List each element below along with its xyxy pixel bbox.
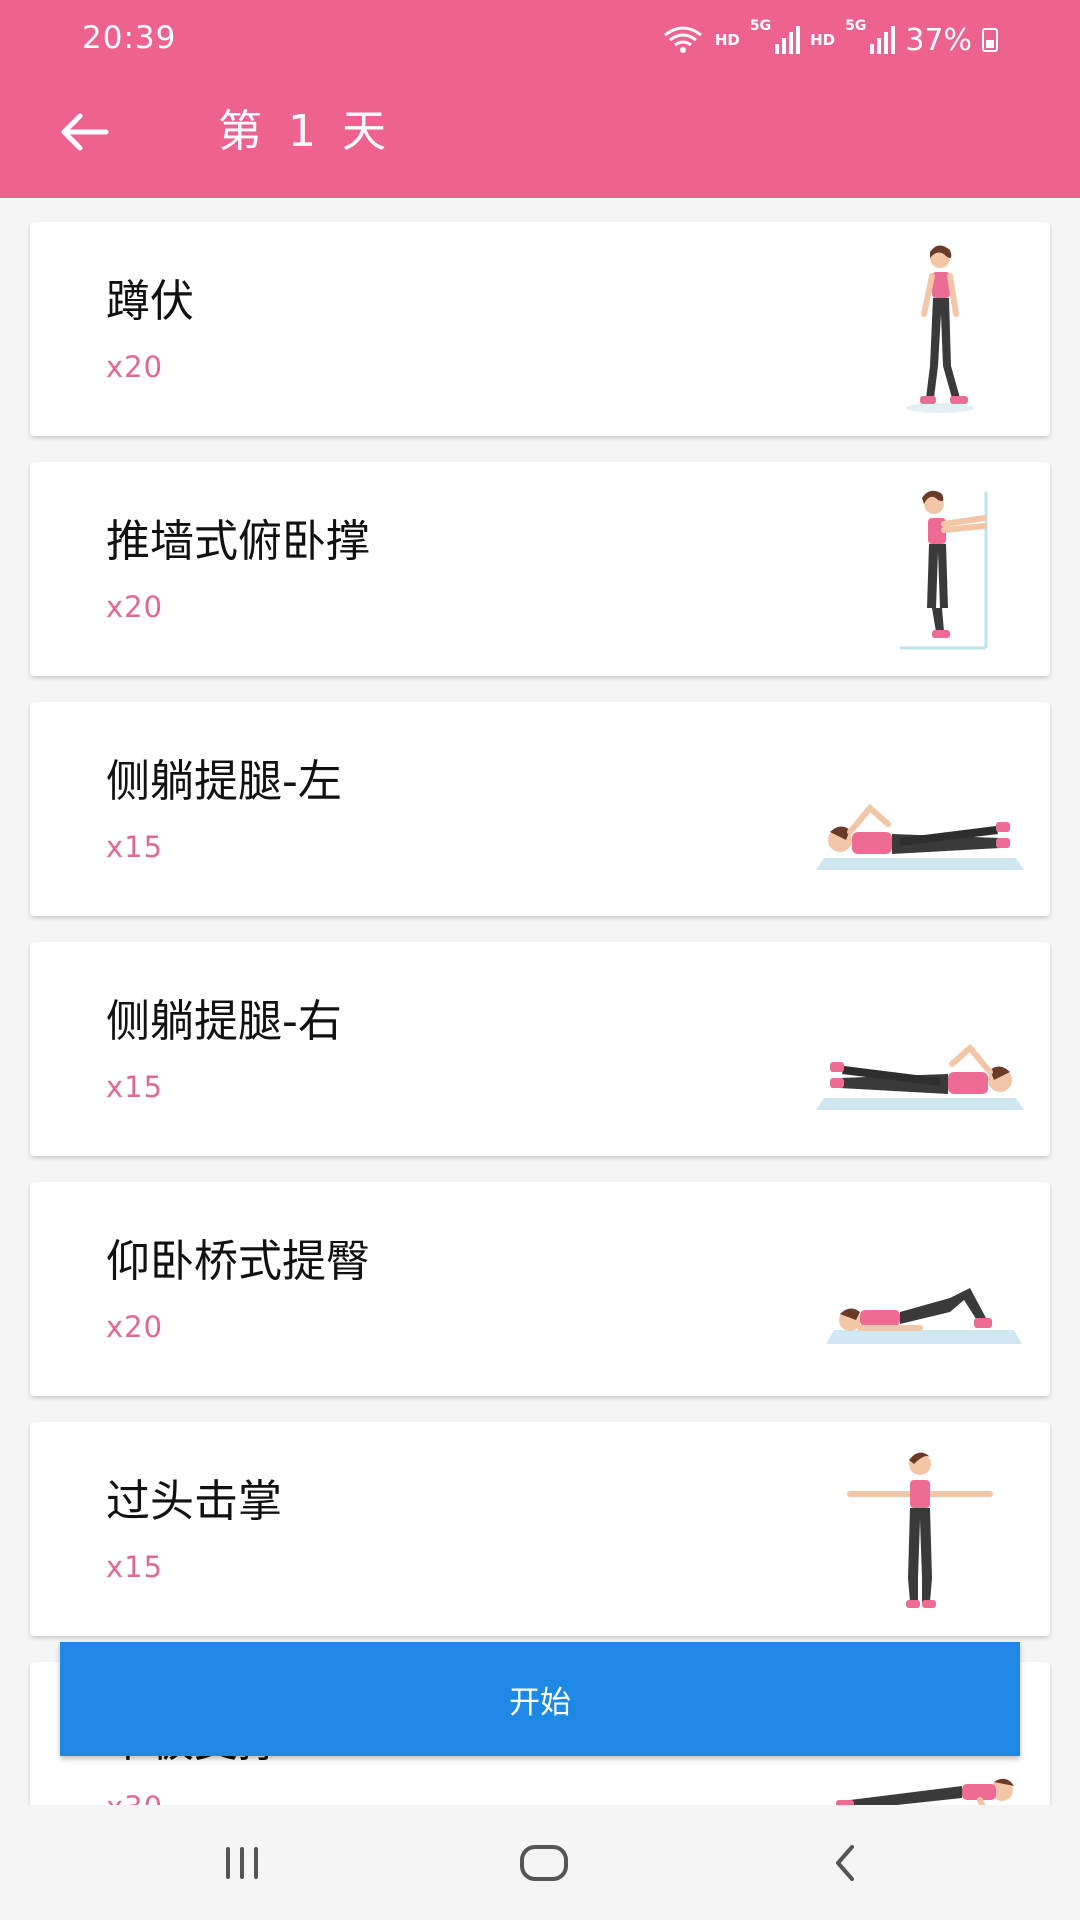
5g-icon: 5G [749,18,772,34]
exercise-list[interactable]: 蹲伏 x20 推墙式俯卧撑 x20 侧躺提腿-左 x15 侧躺提腿-右 x15 … [0,198,1080,1805]
exercise-name: 过头击掌 [106,1476,282,1527]
home-button[interactable] [494,1827,594,1899]
glute-bridge-figure [826,1288,1022,1344]
battery-icon [982,28,998,52]
exercise-reps: x15 [106,1070,164,1104]
exercise-reps: x15 [106,1550,164,1584]
page-title: 第 1 天 [218,106,392,157]
status-icons: HD 5G HD 5G 37% [661,18,998,62]
wall-pushup-figure [900,490,988,650]
exercise-name: 侧躺提腿-右 [106,996,342,1047]
signal-icon [775,26,801,54]
exercise-name: 侧躺提腿-左 [106,756,342,807]
back-button[interactable] [52,100,116,164]
header: 20:39 HD 5G HD 5G 37% 第 1 天 [0,0,1080,198]
navigation-bar [0,1805,1080,1920]
exercise-reps: x20 [106,350,164,384]
start-button[interactable]: 开始 [60,1642,1020,1756]
hd-label-1: HD [714,31,740,49]
exercise-card[interactable]: 蹲伏 x20 [30,222,1050,436]
exercise-reps: x15 [106,830,164,864]
hd-label-2: HD [810,31,836,49]
standing-squat-figure [906,245,974,413]
5g-icon: 5G [845,18,867,34]
nav-back-button[interactable] [796,1827,896,1899]
exercise-reps: x20 [106,1310,164,1344]
exercise-card[interactable]: 侧躺提腿-右 x15 [30,942,1050,1156]
status-time: 20:39 [82,20,177,56]
battery-percent: 37% [905,22,972,58]
home-icon [520,1845,568,1881]
wifi-icon [663,26,702,53]
app-root: 20:39 HD 5G HD 5G 37% 第 1 天 蹲伏 x20 推墙式俯卧… [0,0,1080,1920]
side-lying-leg-lift-figure [816,803,1024,870]
exercise-reps: x20 [106,590,164,624]
exercise-card[interactable]: 仰卧桥式提臀 x20 [30,1182,1050,1396]
exercise-card[interactable]: 侧躺提腿-左 x15 [30,702,1050,916]
exercise-card[interactable]: 过头击掌 x15 [30,1422,1050,1636]
exercise-name: 蹲伏 [106,276,194,327]
nav-back-icon [836,1845,854,1881]
arrow-left-icon [61,113,109,151]
side-lying-leg-lift-figure [816,1043,1024,1110]
exercise-name: 仰卧桥式提臀 [106,1236,370,1287]
exercise-reps: x30 [106,1790,163,1805]
recents-button[interactable] [192,1827,292,1899]
exercise-name: 推墙式俯卧撑 [106,516,370,567]
recents-icon [226,1847,258,1879]
signal-icon [870,26,896,54]
overhead-clap-figure [847,1452,993,1608]
exercise-card[interactable]: 推墙式俯卧撑 x20 [30,462,1050,676]
